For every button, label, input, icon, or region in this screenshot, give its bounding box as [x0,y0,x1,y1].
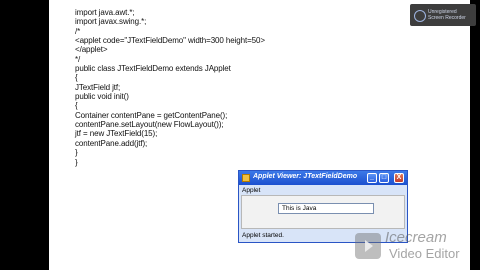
recorder-logo-icon [414,10,426,22]
code-listing: import java.awt.*; import javax.swing.*;… [75,8,265,167]
java-app-icon [242,174,250,182]
watermark-line2: Video Editor [389,246,460,261]
code-line: Container contentPane = getContentPane()… [75,110,228,120]
window-titlebar[interactable]: Applet Viewer: JTextFieldDemo _ □ X [239,171,407,185]
code-line: <applet code="JTextFieldDemo" width=300 … [75,36,265,46]
text-field[interactable]: This is Java [278,203,374,214]
code-line: JTextField jtf; [75,82,121,92]
status-text: Applet started. [242,232,284,239]
code-line: jtf = new JTextField(15); [75,129,158,139]
code-line: { [75,73,78,83]
code-line: } [75,148,78,158]
close-button[interactable]: X [394,173,404,183]
applet-menu[interactable]: Applet [242,187,260,194]
window-title: Applet Viewer: JTextFieldDemo [253,173,358,180]
recorder-line2: Screen Recorder [428,15,466,21]
code-line: } [75,157,78,167]
watermark: Icecream Video Editor [355,228,467,264]
code-line: import javax.swing.*; [75,17,147,27]
minimize-button[interactable]: _ [367,173,377,183]
code-line: public class JTextFieldDemo extends JApp… [75,64,231,74]
maximize-button[interactable]: □ [379,173,389,183]
code-line: public void init() [75,92,129,102]
code-line: </applet> [75,45,108,55]
recorder-badge: Unregistered Screen Recorder [410,4,476,26]
code-line: contentPane.add(jtf); [75,138,148,148]
code-line: */ [75,54,81,64]
code-line: import java.awt.*; [75,8,135,17]
applet-content-pane: This is Java [241,195,405,229]
code-line: contentPane.setLayout(new FlowLayout()); [75,120,224,130]
code-line: /* [75,26,81,36]
play-icon [355,233,381,259]
code-line: { [75,101,78,111]
watermark-line1: Icecream [385,229,447,246]
